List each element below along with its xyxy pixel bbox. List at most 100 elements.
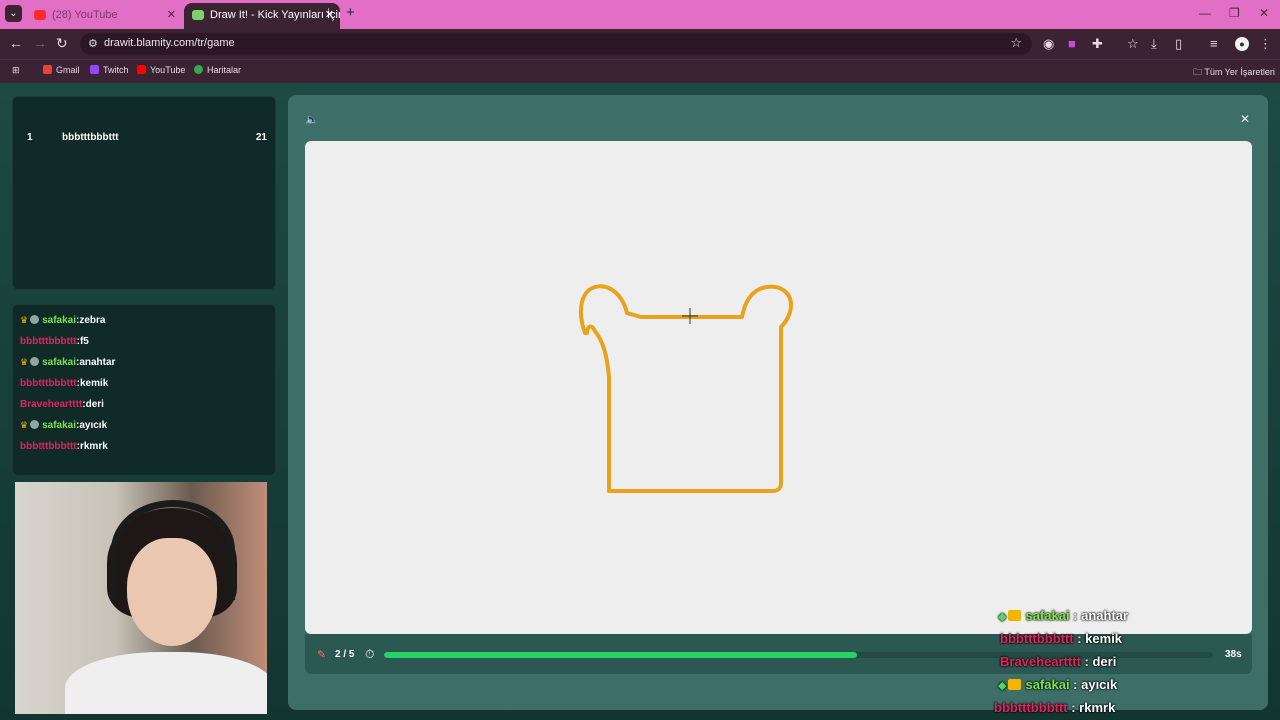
overlay-username: bbbtttbbbttt (1000, 631, 1074, 646)
webcam-feed (15, 482, 267, 714)
badge-icon (30, 420, 40, 429)
chat-text: :kemik (76, 378, 109, 389)
browser-toolbar: ← → ↻ ⚙ drawit.blamity.com/tr/game ☆ ◉ ■… (0, 29, 1280, 59)
drawing-stroke (578, 284, 793, 493)
chat-text: :zebra (76, 315, 106, 326)
gem-icon: ◆ (998, 611, 1007, 623)
overlay-username: safakai (1025, 677, 1070, 692)
site-info-icon[interactable]: ⚙ (88, 37, 98, 50)
leaderboard-name: bbbtttbbbttt (62, 132, 119, 143)
chat-message: ♛ safakai:anahtar (20, 357, 115, 368)
reload-icon[interactable]: ↻ (56, 35, 68, 52)
extension-purple-icon[interactable]: ■ (1068, 36, 1076, 51)
chat-message: ♛ safakai:ayıcık (20, 420, 107, 431)
round-counter: 2 / 5 (335, 649, 355, 660)
extension-icon[interactable]: ◉ (1043, 36, 1054, 52)
overlay-chat-message: ◆ safakai : anahtar (998, 608, 1128, 623)
folder-icon: 🗀 (1193, 67, 1205, 77)
chat-message: bbbtttbbbttt:f5 (20, 336, 89, 347)
profile-avatar-icon[interactable]: ● (1235, 37, 1249, 51)
chat-username: safakai (42, 315, 76, 326)
bookmark-twitch[interactable]: Twitch (90, 65, 129, 75)
drawit-icon (192, 10, 204, 20)
chat-text: :anahtar (76, 357, 116, 368)
address-bar[interactable]: ⚙ drawit.blamity.com/tr/game ☆ (80, 33, 1032, 55)
chat-username: bbbtttbbbttt (20, 336, 77, 347)
chat-message: bbbtttbbbttt:kemik (20, 378, 108, 389)
close-game-icon[interactable]: ✕ (1240, 112, 1250, 126)
webcam-headset (111, 500, 235, 600)
chat-username: safakai (42, 357, 76, 368)
new-tab-icon[interactable]: + (346, 4, 355, 21)
chat-username: safakai (42, 420, 76, 431)
restore-icon[interactable]: ❐ (1229, 6, 1240, 20)
gmail-icon (43, 65, 52, 74)
tab-strip: ⌄ (28) YouTube ✕ Draw It! - Kick Yayınla… (0, 0, 1280, 29)
close-tab-icon[interactable]: ✕ (167, 3, 176, 27)
crosshair-cursor-icon (682, 308, 698, 324)
time-left: 38s (1225, 649, 1242, 660)
overlay-chat-message: bbbtttbbbttt : rkmrk (994, 700, 1115, 715)
tab-title: Draw It! - Kick Yayınları İçin Çiz (210, 9, 340, 21)
favorites-icon[interactable]: ☆ (1127, 36, 1139, 52)
chat-username: bbbtttbbbttt (20, 378, 77, 389)
all-bookmarks-folder[interactable]: 🗀 Tüm Yer İşaretleri (1193, 65, 1275, 81)
overlay-username: Braveheartttt (1000, 654, 1081, 669)
leaderboard-panel: 1 bbbtttbbbttt 21 (12, 96, 276, 290)
tab-youtube[interactable]: (28) YouTube ✕ (26, 3, 182, 29)
chat-text: :rkmrk (76, 441, 108, 452)
chat-text: :f5 (76, 336, 89, 347)
leaderboard-rank: 1 (27, 132, 33, 143)
overlay-chat-message: Braveheartttt : deri (1000, 654, 1116, 669)
badge-icon (30, 357, 40, 366)
url-text: drawit.blamity.com/tr/game (104, 37, 235, 49)
overlay-username: safakai (1025, 608, 1070, 623)
webcam-shirt (65, 652, 267, 714)
bookmark-gmail[interactable]: Gmail (43, 65, 80, 75)
leaderboard-score: 21 (255, 132, 267, 143)
tab-media-icon[interactable]: ≡ (1210, 36, 1218, 51)
drawing-canvas[interactable] (305, 141, 1252, 634)
timer-icon: ⏱ (365, 647, 375, 661)
overlay-text: : ayıcık (1069, 677, 1118, 692)
back-icon[interactable]: ← (9, 35, 23, 51)
bookmarks-bar: ⊞ Gmail Twitch YouTube Haritalar 🗀 Tüm Y… (0, 59, 1280, 83)
bookmark-star-icon[interactable]: ☆ (1010, 35, 1022, 51)
bookmark-maps[interactable]: Haritalar (194, 65, 241, 75)
pencil-icon: ✎ (317, 649, 327, 661)
badge-icon (30, 315, 40, 324)
chat-message: Braveheartttt:deri (20, 399, 104, 410)
crown-icon: ♛ (20, 357, 29, 367)
youtube-icon (137, 65, 146, 74)
chat-message: ♛ safakai:zebra (20, 315, 105, 326)
crown-icon: ♛ (20, 315, 29, 325)
close-window-icon[interactable]: ✕ (1259, 6, 1269, 20)
subscriber-badge-icon (1008, 679, 1022, 690)
chat-text: :deri (82, 399, 104, 410)
maps-icon (194, 65, 203, 74)
volume-icon[interactable]: 🔈 (305, 113, 319, 126)
extensions-puzzle-icon[interactable]: ✚ (1092, 36, 1103, 52)
youtube-icon (34, 10, 46, 20)
forward-icon[interactable]: → (33, 35, 47, 51)
close-tab-icon[interactable]: ✕ (325, 3, 334, 27)
subscriber-badge-icon (1008, 610, 1022, 621)
chat-username: bbbtttbbbttt (20, 441, 77, 452)
chat-text: :ayıcık (76, 420, 108, 431)
tab-search-icon[interactable]: ⌄ (5, 5, 22, 22)
menu-dots-icon[interactable]: ⋮ (1259, 36, 1272, 52)
time-progress-fill (384, 652, 857, 658)
tab-drawit[interactable]: Draw It! - Kick Yayınları İçin Çiz ✕ (184, 3, 340, 29)
drawing-svg (578, 284, 793, 493)
chat-username: Braveheartttt (20, 399, 83, 410)
download-icon[interactable]: ⤓ (1151, 36, 1157, 52)
gem-icon: ◆ (998, 680, 1007, 692)
overlay-text: : rkmrk (1067, 700, 1116, 715)
apps-grid-icon[interactable]: ⊞ (12, 65, 20, 76)
chat-message: bbbtttbbbttt:rkmrk (20, 441, 108, 452)
overlay-text: : anahtar (1069, 608, 1129, 623)
side-panel-icon[interactable]: ▯ (1175, 36, 1182, 52)
overlay-username: bbbtttbbbttt (994, 700, 1068, 715)
bookmark-youtube[interactable]: YouTube (137, 65, 185, 75)
minimize-icon[interactable]: — (1199, 6, 1211, 20)
